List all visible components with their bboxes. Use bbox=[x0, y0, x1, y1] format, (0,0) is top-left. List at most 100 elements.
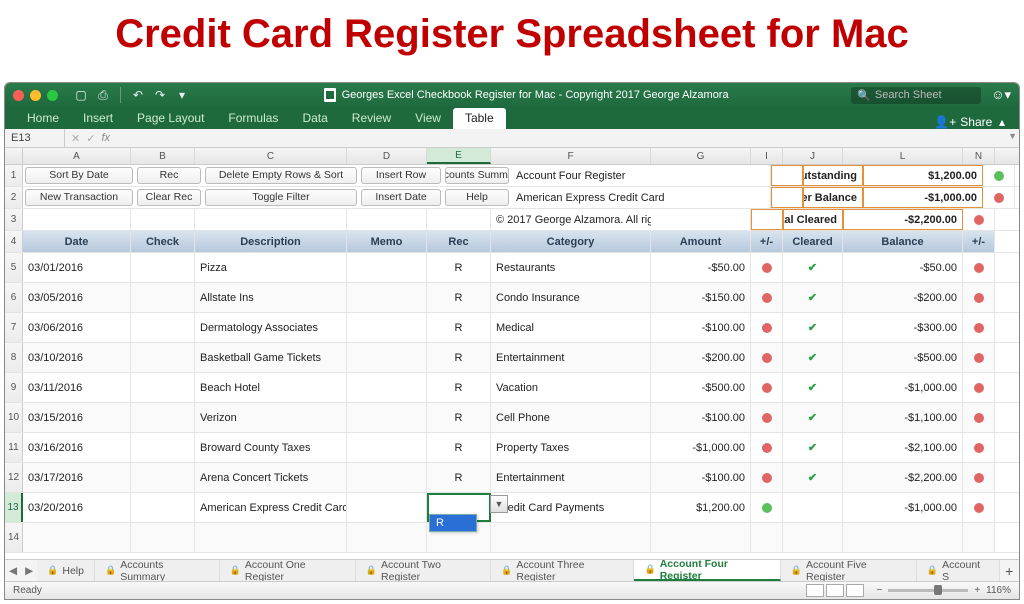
cell-balance[interactable]: -$200.00 bbox=[843, 283, 963, 312]
cell-amount[interactable]: -$100.00 bbox=[651, 463, 751, 492]
row-header-14[interactable]: 14 bbox=[5, 523, 23, 552]
confirm-icon[interactable]: ✓ bbox=[86, 132, 95, 145]
row-header-7[interactable]: 7 bbox=[5, 313, 23, 342]
macro-button[interactable]: Help bbox=[445, 189, 509, 206]
cell-memo[interactable] bbox=[347, 313, 427, 342]
cell-date[interactable]: 03/15/2016 bbox=[23, 403, 131, 432]
cell-balance[interactable]: -$2,200.00 bbox=[843, 463, 963, 492]
cell-amount[interactable]: -$1,000.00 bbox=[651, 433, 751, 462]
cell-rec[interactable]: R bbox=[427, 433, 491, 462]
cell-balance[interactable]: -$500.00 bbox=[843, 343, 963, 372]
save-icon[interactable]: ▢ bbox=[72, 86, 90, 104]
cell-rec[interactable]: R bbox=[427, 343, 491, 372]
row-header-3[interactable]: 3 bbox=[5, 209, 23, 230]
cell-rec[interactable]: R bbox=[427, 463, 491, 492]
col-header-I[interactable]: I bbox=[751, 148, 783, 164]
empty-cell[interactable] bbox=[783, 523, 843, 552]
ribbon-tab-home[interactable]: Home bbox=[15, 108, 71, 129]
cell-memo[interactable] bbox=[347, 283, 427, 312]
active-cell[interactable]: ▼R bbox=[427, 493, 491, 522]
redo-icon[interactable]: ↷ bbox=[151, 86, 169, 104]
cell-rec[interactable]: R bbox=[427, 403, 491, 432]
cell-category[interactable]: Restaurants bbox=[491, 253, 651, 282]
macro-button[interactable]: Sort By Date bbox=[25, 167, 133, 184]
name-box[interactable]: E13 bbox=[5, 129, 65, 147]
cell-category[interactable]: Property Taxes bbox=[491, 433, 651, 462]
row-header-5[interactable]: 5 bbox=[5, 253, 23, 282]
cancel-icon[interactable]: ✕ bbox=[71, 132, 80, 145]
cell-check[interactable] bbox=[131, 373, 195, 402]
sheet-tab[interactable]: 🔒Account Four Register bbox=[634, 560, 780, 581]
cell-category[interactable]: Entertainment bbox=[491, 463, 651, 492]
sheet-tab[interactable]: 🔒Account S bbox=[917, 560, 1000, 581]
cell-date[interactable]: 03/11/2016 bbox=[23, 373, 131, 402]
view-normal-button[interactable] bbox=[806, 584, 824, 597]
cell[interactable] bbox=[195, 209, 347, 230]
qat-dropdown-icon[interactable]: ▾ bbox=[173, 86, 191, 104]
cell-memo[interactable] bbox=[347, 493, 427, 522]
dropdown-arrow-icon[interactable]: ▼ bbox=[490, 495, 508, 513]
row-header-9[interactable]: 9 bbox=[5, 373, 23, 402]
zoom-out-button[interactable]: − bbox=[876, 585, 882, 596]
formula-expand-icon[interactable]: ▼ bbox=[1008, 131, 1017, 141]
cell-check[interactable] bbox=[131, 463, 195, 492]
cell-cleared[interactable]: ✔ bbox=[783, 433, 843, 462]
macro-button[interactable]: Delete Empty Rows & Sort bbox=[205, 167, 357, 184]
sheet-tab[interactable]: 🔒Account Two Register bbox=[356, 560, 491, 581]
empty-cell[interactable] bbox=[23, 523, 131, 552]
cell-balance[interactable]: -$1,000.00 bbox=[843, 373, 963, 402]
close-window-button[interactable] bbox=[13, 90, 24, 101]
empty-cell[interactable] bbox=[843, 523, 963, 552]
zoom-in-button[interactable]: + bbox=[974, 585, 980, 596]
row-header-13[interactable]: 13 bbox=[5, 493, 23, 522]
cell-check[interactable] bbox=[131, 343, 195, 372]
cell-memo[interactable] bbox=[347, 433, 427, 462]
cell-rec[interactable]: R bbox=[427, 313, 491, 342]
macro-button[interactable]: Accounts Summary bbox=[445, 167, 509, 184]
sheet-tab[interactable]: 🔒Account One Register bbox=[220, 560, 356, 581]
table-header[interactable]: Balance bbox=[843, 231, 963, 252]
macro-button[interactable]: Insert Row bbox=[361, 167, 441, 184]
col-header-E[interactable]: E bbox=[427, 148, 491, 164]
cell-description[interactable]: Beach Hotel bbox=[195, 373, 347, 402]
sheet-tab[interactable]: 🔒Account Five Register bbox=[781, 560, 917, 581]
cell-memo[interactable] bbox=[347, 373, 427, 402]
cell-check[interactable] bbox=[131, 493, 195, 522]
table-header[interactable]: +/- bbox=[751, 231, 783, 252]
cell-memo[interactable] bbox=[347, 253, 427, 282]
cell-memo[interactable] bbox=[347, 343, 427, 372]
ribbon-tab-review[interactable]: Review bbox=[340, 108, 403, 129]
cell-balance[interactable]: -$300.00 bbox=[843, 313, 963, 342]
worksheet-grid[interactable]: ABCDEFGIJLN 1Sort By DateRecDelete Empty… bbox=[5, 148, 1019, 559]
ribbon-tab-page-layout[interactable]: Page Layout bbox=[125, 108, 216, 129]
col-header-A[interactable]: A bbox=[23, 148, 131, 164]
macro-button[interactable]: Clear Rec bbox=[137, 189, 201, 206]
cell-cleared[interactable]: ✔ bbox=[783, 403, 843, 432]
cell-amount[interactable]: -$50.00 bbox=[651, 253, 751, 282]
cell[interactable] bbox=[671, 187, 771, 208]
cell-cleared[interactable] bbox=[783, 493, 843, 522]
ribbon-tab-table[interactable]: Table bbox=[453, 108, 506, 129]
zoom-slider[interactable] bbox=[888, 589, 968, 592]
cell-amount[interactable]: $1,200.00 bbox=[651, 493, 751, 522]
sheet-tab[interactable]: 🔒Help bbox=[37, 560, 95, 581]
ribbon-tab-data[interactable]: Data bbox=[290, 108, 339, 129]
cell-cleared[interactable]: ✔ bbox=[783, 463, 843, 492]
col-header-F[interactable]: F bbox=[491, 148, 651, 164]
col-header-B[interactable]: B bbox=[131, 148, 195, 164]
table-header[interactable]: Description bbox=[195, 231, 347, 252]
cell-category[interactable]: Medical bbox=[491, 313, 651, 342]
cell-description[interactable]: Broward County Taxes bbox=[195, 433, 347, 462]
ribbon-tab-view[interactable]: View bbox=[403, 108, 453, 129]
table-header[interactable]: +/- bbox=[963, 231, 995, 252]
col-header-N[interactable]: N bbox=[963, 148, 995, 164]
cell-description[interactable]: Verizon bbox=[195, 403, 347, 432]
sheet-tab[interactable]: 🔒Accounts Summary bbox=[95, 560, 220, 581]
row-header-4[interactable]: 4 bbox=[5, 231, 23, 252]
cell-date[interactable]: 03/20/2016 bbox=[23, 493, 131, 522]
share-button[interactable]: 👤+ Share ▴ bbox=[934, 115, 1009, 129]
cell[interactable] bbox=[347, 209, 427, 230]
cell-balance[interactable]: -$2,100.00 bbox=[843, 433, 963, 462]
empty-cell[interactable] bbox=[651, 523, 751, 552]
table-header[interactable]: Date bbox=[23, 231, 131, 252]
